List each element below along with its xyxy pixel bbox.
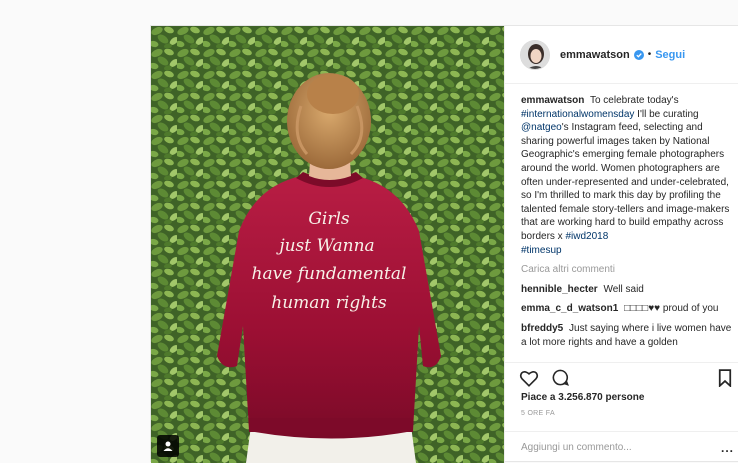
verified-badge-icon xyxy=(633,49,644,60)
mention-link-natgeo[interactable]: @natgeo xyxy=(521,122,562,133)
comment-icon[interactable] xyxy=(551,368,570,387)
hashtag-link-internationalwomensday[interactable]: #internationalwomensday xyxy=(521,109,634,120)
jacket-text-line-4: human rights xyxy=(271,293,387,313)
comment-item: emma_c_d_watson1 □□□□♥♥ proud of you xyxy=(521,302,732,316)
post-photo[interactable]: Girls just Wanna have fundamental human … xyxy=(151,26,504,463)
caption-text-2: I'll be curating xyxy=(634,108,699,120)
post-caption: emmawatson To celebrate today's #interna… xyxy=(521,94,732,257)
comment-item: hennible_hecter Well said xyxy=(521,283,732,297)
comment-username[interactable]: hennible_hecter xyxy=(521,284,598,295)
likes-count[interactable]: Piace a 3.256.870 persone xyxy=(521,392,644,403)
jacket-text-line-2: just Wanna xyxy=(275,236,374,256)
post-side-panel: emmawatson • Segui emmawatson To celebra… xyxy=(504,26,738,463)
post-header: emmawatson • Segui xyxy=(505,26,738,84)
avatar[interactable] xyxy=(520,39,550,70)
comment-item: bfreddy5 Just saying where i live women … xyxy=(521,322,732,349)
header-separator: • xyxy=(647,49,652,60)
post-timestamp: 5 ORE FA xyxy=(521,410,555,417)
bookmark-icon[interactable] xyxy=(718,368,732,387)
user-tag-button[interactable] xyxy=(157,435,179,457)
user-tag-icon xyxy=(163,441,173,451)
avatar-portrait xyxy=(521,40,549,69)
top-bar xyxy=(0,0,738,25)
add-comment-bar: ... xyxy=(505,431,738,463)
jacket-text-line-1: Girls xyxy=(308,209,350,229)
load-more-comments-button[interactable]: Carica altri commenti xyxy=(521,263,732,277)
comment-text: □□□□♥♥ proud of you xyxy=(624,303,719,315)
add-comment-input[interactable] xyxy=(521,442,721,453)
instagram-post: Girls just Wanna have fundamental human … xyxy=(150,25,738,463)
caption-text-3: 's Instagram feed, selecting and sharing… xyxy=(521,122,730,242)
follow-button[interactable]: Segui xyxy=(655,49,685,61)
comments-list[interactable]: emmawatson To celebrate today's #interna… xyxy=(505,84,738,362)
jacket-text-line-3: have fundamental xyxy=(252,264,407,284)
more-options-icon[interactable]: ... xyxy=(721,441,734,455)
comment-username[interactable]: bfreddy5 xyxy=(521,323,563,334)
header-username[interactable]: emmawatson xyxy=(560,49,630,61)
comment-text: Well said xyxy=(603,283,644,295)
caption-text-1: To celebrate today's xyxy=(587,95,679,106)
hashtag-link-iwd2018[interactable]: #iwd2018 xyxy=(565,231,608,242)
photo-illustration: Girls just Wanna have fundamental human … xyxy=(151,26,504,463)
comment-username[interactable]: emma_c_d_watson1 xyxy=(521,303,618,314)
caption-username[interactable]: emmawatson xyxy=(521,95,584,106)
hashtag-link-timesup[interactable]: #timesup xyxy=(521,245,562,256)
heart-icon[interactable] xyxy=(519,369,539,387)
post-actions xyxy=(505,362,738,392)
